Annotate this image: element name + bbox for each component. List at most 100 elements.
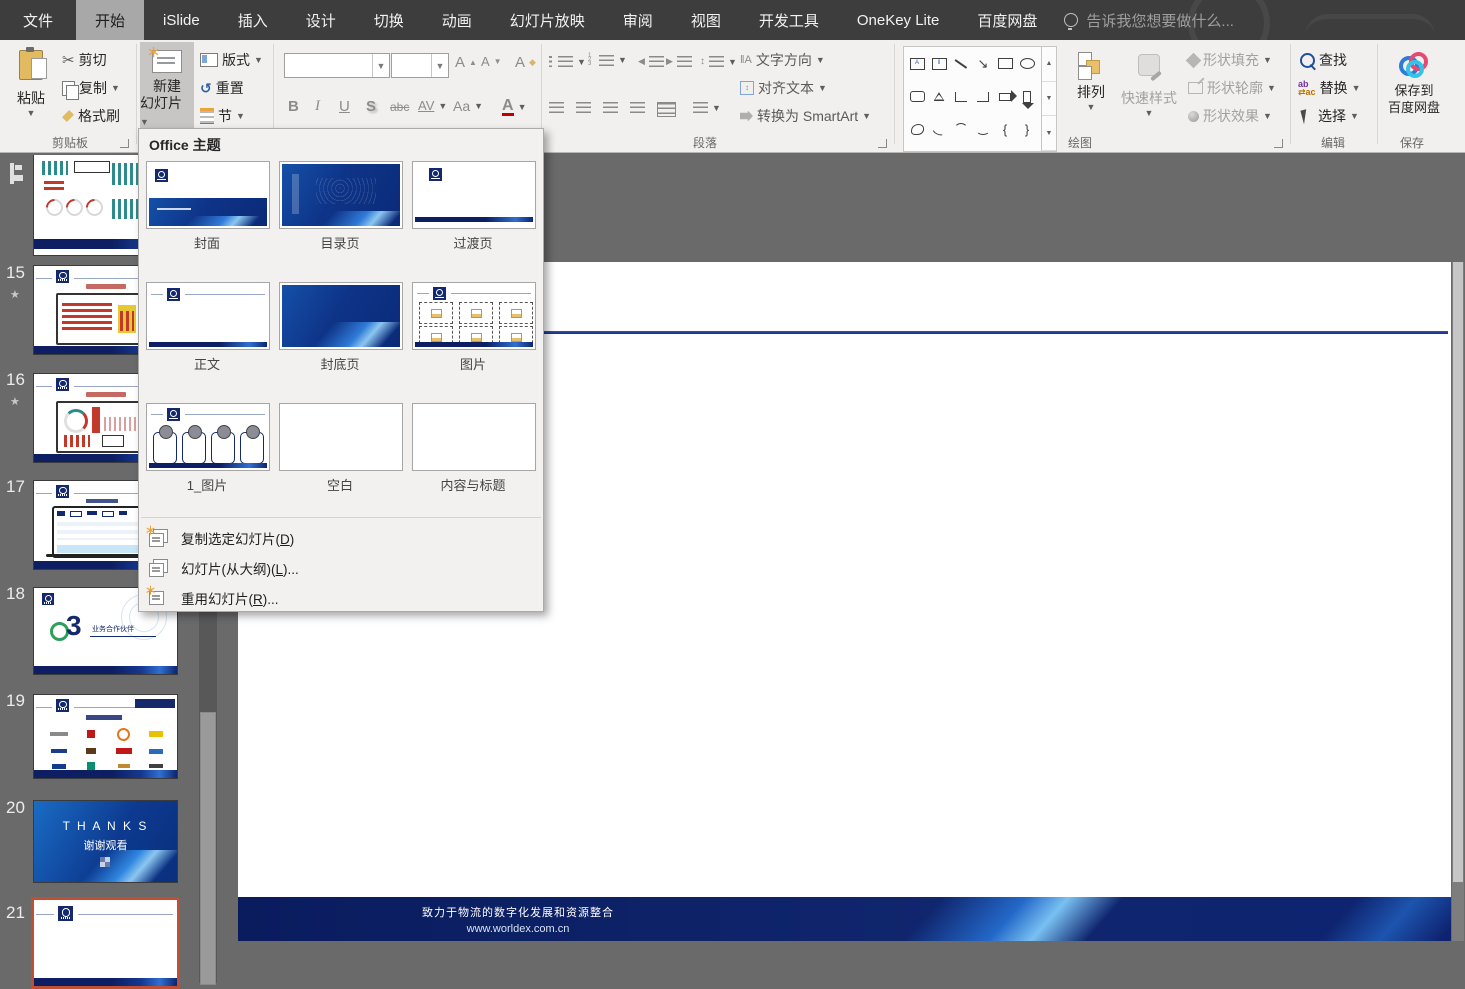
chevron-down-icon[interactable]: ▼ <box>431 54 448 77</box>
shape-textbox-icon[interactable]: A <box>906 47 928 80</box>
layout-transition[interactable] <box>412 161 536 229</box>
drawing-dialog-launcher-icon[interactable] <box>1274 139 1283 148</box>
shape-line-icon[interactable] <box>950 47 972 80</box>
tab-developer[interactable]: 开发工具 <box>740 0 838 40</box>
tab-design[interactable]: 设计 <box>287 0 355 40</box>
strikethrough-button[interactable]: abc <box>390 100 409 114</box>
reuse-slides-menu-item[interactable]: ＊ 重用幻灯片(R)... <box>143 583 539 613</box>
tab-baidu-netdisk[interactable]: 百度网盘 <box>958 0 1056 40</box>
layout-picture[interactable] <box>412 282 536 350</box>
shape-oval-icon[interactable] <box>1016 47 1038 80</box>
font-name-combobox[interactable]: ▼ <box>284 53 390 78</box>
layout-1-picture[interactable] <box>146 403 270 471</box>
shape-right-brace-icon[interactable]: } <box>1016 113 1038 146</box>
layout-blank[interactable] <box>279 403 403 471</box>
shape-arc-icon[interactable] <box>950 113 972 146</box>
paste-button[interactable]: 粘贴 ▼ <box>6 42 56 146</box>
shape-down-arrow-icon[interactable] <box>1016 80 1038 113</box>
shape-right-arrow-icon[interactable] <box>994 80 1017 113</box>
text-direction-button[interactable]: ‖A 文字方向 ▼ <box>740 50 825 70</box>
shapes-gallery[interactable]: A ‖ ↘ { } ▲ ▼ ▼ <box>903 46 1057 152</box>
decrease-indent-button[interactable]: ◀ <box>638 56 664 67</box>
shape-arrow-icon[interactable]: ↘ <box>972 47 994 80</box>
change-case-button[interactable]: Aa ▼ <box>453 98 483 114</box>
shape-scribble-icon[interactable] <box>928 113 950 146</box>
layout-button[interactable]: 版式 ▼ <box>200 50 263 70</box>
canvas-scrollbar[interactable] <box>1452 262 1464 941</box>
shape-fill-button[interactable]: 形状填充 ▼ <box>1185 50 1272 70</box>
clipboard-dialog-launcher-icon[interactable] <box>120 139 129 148</box>
convert-smartart-button[interactable]: 转换为 SmartArt ▼ <box>740 106 871 126</box>
shape-elbow-connector-icon[interactable] <box>950 80 972 113</box>
tab-onekey-lite[interactable]: OneKey Lite <box>838 0 959 40</box>
tab-transitions[interactable]: 切换 <box>355 0 423 40</box>
align-text-button[interactable]: ↕ 对齐文本 ▼ <box>740 78 827 98</box>
layout-toc[interactable] <box>279 161 403 229</box>
tab-slideshow[interactable]: 幻灯片放映 <box>491 0 604 40</box>
cut-button[interactable]: ✂ 剪切 <box>62 50 107 70</box>
increase-font-size-button[interactable]: A ▲ <box>455 54 477 71</box>
character-spacing-button[interactable]: AV ▼ <box>418 98 447 113</box>
align-left-button[interactable] <box>549 102 564 113</box>
tab-islide[interactable]: iSlide <box>144 0 219 40</box>
shape-left-brace-icon[interactable]: { <box>994 113 1016 146</box>
font-size-combobox[interactable]: ▼ <box>391 53 449 78</box>
save-to-baidu-netdisk-button[interactable]: 保存到 百度网盘 <box>1382 42 1446 146</box>
align-right-button[interactable] <box>603 102 618 113</box>
shape-triangle-icon[interactable] <box>928 80 950 113</box>
shape-vertical-textbox-icon[interactable]: ‖ <box>928 47 950 80</box>
layout-back-cover[interactable] <box>279 282 403 350</box>
align-center-button[interactable] <box>576 102 591 113</box>
text-shadow-button[interactable]: S <box>366 98 376 115</box>
bold-button[interactable]: B <box>288 98 299 115</box>
quick-styles-button[interactable]: 快速样式 ▼ <box>1116 42 1182 146</box>
layout-cover[interactable] <box>146 161 270 229</box>
find-button[interactable]: 查找 <box>1300 50 1347 70</box>
copy-button[interactable]: 复制 ▼ <box>62 78 120 100</box>
columns-button[interactable]: ▼ <box>693 102 721 113</box>
shape-curve-icon[interactable] <box>972 113 994 146</box>
tab-animations[interactable]: 动画 <box>423 0 491 40</box>
tab-home[interactable]: 开始 <box>76 0 145 40</box>
bullets-button[interactable]: ▼ <box>549 56 586 67</box>
chevron-down-icon[interactable]: ▼ <box>372 54 389 77</box>
layout-content-title[interactable] <box>412 403 536 471</box>
tab-view[interactable]: 视图 <box>672 0 740 40</box>
reset-button[interactable]: ↺ 重置 <box>200 78 244 98</box>
shape-rectangle-icon[interactable] <box>994 47 1016 80</box>
underline-button[interactable]: U <box>339 98 350 115</box>
tab-review[interactable]: 审阅 <box>604 0 672 40</box>
distribute-text-button[interactable] <box>657 102 676 117</box>
save-button[interactable] <box>10 163 14 184</box>
font-color-button[interactable]: A ▼ <box>502 98 526 116</box>
duplicate-selected-slides-menu-item[interactable]: ＊ 复制选定幻灯片(D) <box>143 523 539 553</box>
paragraph-dialog-launcher-icon[interactable] <box>878 139 887 148</box>
numbering-button[interactable]: 1 2 3 ▼ <box>588 53 627 67</box>
shape-freeform-icon[interactable] <box>906 113 928 146</box>
decrease-font-size-button[interactable]: A ▼ <box>481 54 502 69</box>
shape-outline-button[interactable]: 形状轮廓 ▼ <box>1188 78 1276 98</box>
gallery-scroll-up-icon[interactable]: ▲ <box>1042 47 1056 82</box>
tell-me-box[interactable]: 告诉我您想要做什么... <box>1056 0 1234 40</box>
tab-insert[interactable]: 插入 <box>219 0 287 40</box>
scrollbar-thumb[interactable] <box>200 712 216 985</box>
shape-effects-button[interactable]: 形状效果 ▼ <box>1188 106 1272 126</box>
select-button[interactable]: 选择 ▼ <box>1300 106 1359 126</box>
tab-file[interactable]: 文件 <box>0 0 76 40</box>
slide-thumbnail-20[interactable]: T H A N K S 谢谢观看 <box>33 800 178 883</box>
arrange-button[interactable]: 排列 ▼ <box>1068 42 1114 146</box>
justify-button[interactable] <box>630 102 645 113</box>
format-painter-button[interactable]: 格式刷 <box>62 106 120 126</box>
line-spacing-button[interactable]: ↕ ▼ <box>700 56 737 67</box>
shape-rounded-rectangle-icon[interactable] <box>906 80 928 113</box>
italic-button[interactable]: I <box>315 98 320 115</box>
layout-body[interactable] <box>146 282 270 350</box>
gallery-scroll-down-icon[interactable]: ▼ <box>1042 82 1056 117</box>
replace-button[interactable]: ab ⇄ac 替换 ▼ <box>1298 78 1360 98</box>
slides-from-outline-menu-item[interactable]: 幻灯片(从大纲)(L)... <box>143 553 539 583</box>
shape-elbow-arrow-connector-icon[interactable] <box>972 80 994 113</box>
slide-thumbnail-19[interactable] <box>33 694 178 779</box>
clear-formatting-button[interactable]: A ◆ <box>515 54 536 71</box>
slide-thumbnail-21-selected[interactable] <box>31 897 180 989</box>
increase-indent-button[interactable]: ▶ <box>666 56 692 67</box>
